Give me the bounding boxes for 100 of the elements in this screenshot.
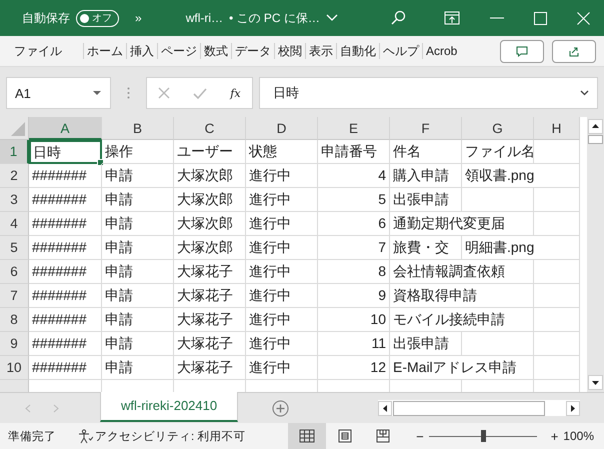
horizontal-scroll-thumb[interactable] — [393, 400, 545, 416]
row-header[interactable]: 2 — [0, 164, 29, 188]
scroll-right-icon[interactable] — [566, 400, 580, 416]
dropdown-arrow-icon[interactable] — [93, 90, 101, 96]
table-cell: 4 — [318, 164, 390, 188]
row-header[interactable]: 4 — [0, 212, 29, 236]
table-cell: ####### — [29, 212, 102, 236]
column-header[interactable]: F — [390, 117, 462, 140]
ribbon-tab[interactable]: 自動化 — [336, 43, 379, 59]
table-cell: 通勤定期代変更届 — [390, 212, 534, 236]
save-status: • この PC に保… — [229, 10, 320, 26]
row-header[interactable]: 9 — [0, 332, 29, 356]
table-cell: 10 — [318, 308, 390, 332]
ribbon-tab[interactable]: Acrob — [422, 43, 460, 59]
table-cell: 進行中 — [246, 212, 318, 236]
sheet-tab[interactable]: wfl-rireki-202410 — [100, 392, 238, 422]
column-header[interactable]: G — [462, 117, 534, 140]
comments-button[interactable] — [500, 40, 544, 62]
ribbon-tab[interactable]: ホーム — [83, 43, 126, 59]
minimize-icon[interactable] — [490, 17, 504, 19]
ribbon-tab[interactable]: 校閲 — [274, 43, 305, 59]
accessibility-status[interactable]: アクセシビリティ: 利用不可 — [95, 428, 246, 444]
row-header[interactable]: 1 — [0, 140, 29, 164]
column-header[interactable]: A — [29, 117, 102, 140]
scroll-up-icon[interactable] — [588, 119, 603, 134]
table-cell: ####### — [29, 356, 102, 380]
table-cell: モバイル接続申請 — [390, 308, 534, 332]
table-cell: 大塚花子 — [174, 308, 246, 332]
normal-view-button[interactable] — [288, 423, 326, 449]
table-cell: 進行中 — [246, 284, 318, 308]
more-commands[interactable]: » — [135, 11, 142, 25]
ribbon-display-icon[interactable] — [444, 11, 460, 25]
table-cell — [534, 284, 580, 308]
row-header[interactable]: 8 — [0, 308, 29, 332]
table-cell — [534, 356, 580, 380]
zoom-out-button[interactable]: − — [416, 428, 424, 444]
row-header[interactable]: 5 — [0, 236, 29, 260]
table-cell — [534, 140, 580, 164]
table-cell: ####### — [29, 332, 102, 356]
table-cell: 出張申請 — [390, 332, 462, 356]
table-cell: 大塚花子 — [174, 260, 246, 284]
table-cell: 件名 — [390, 140, 462, 164]
ribbon-tab[interactable]: 挿入 — [126, 43, 157, 59]
table-cell — [534, 260, 580, 284]
ribbon-tab[interactable]: ページ — [157, 43, 200, 59]
column-header[interactable]: D — [246, 117, 318, 140]
column-header[interactable]: H — [534, 117, 580, 140]
formula-input[interactable]: 日時 — [259, 77, 598, 109]
share-button[interactable] — [552, 40, 596, 62]
grid-icon — [299, 429, 316, 443]
table-cell: 申請番号 — [318, 140, 390, 164]
table-cell: ####### — [29, 308, 102, 332]
table-cell: 出張申請 — [390, 188, 462, 212]
table-cell: 申請 — [102, 284, 174, 308]
table-cell: 進行中 — [246, 356, 318, 380]
status-text: 準備完了 — [8, 429, 56, 444]
column-header[interactable]: E — [318, 117, 390, 140]
ribbon-tab[interactable]: ヘルプ — [379, 43, 422, 59]
page-break-icon — [376, 429, 390, 443]
table-cell: 進行中 — [246, 164, 318, 188]
table-cell: 9 — [318, 284, 390, 308]
search-icon[interactable] — [390, 10, 406, 26]
scroll-down-icon[interactable] — [588, 375, 603, 390]
row-header[interactable]: 10 — [0, 356, 29, 380]
table-cell: 明細書.png — [462, 236, 580, 260]
close-icon[interactable] — [576, 12, 590, 24]
insert-function-button[interactable]: fx — [230, 86, 241, 100]
ribbon-tab[interactable]: ファイル — [8, 43, 65, 59]
ribbon-tab[interactable]: データ — [231, 43, 274, 59]
chevron-down-icon[interactable] — [580, 90, 589, 96]
table-cell: 7 — [318, 236, 390, 260]
maximize-icon[interactable] — [534, 12, 547, 24]
column-header[interactable]: B — [102, 117, 174, 140]
table-cell — [462, 332, 534, 356]
table-cell — [534, 308, 580, 332]
ribbon-tab[interactable]: 数式 — [200, 43, 231, 59]
table-cell: 大塚花子 — [174, 284, 246, 308]
column-header[interactable]: C — [174, 117, 246, 140]
table-cell: 大塚次郎 — [174, 164, 246, 188]
row-header[interactable]: 3 — [0, 188, 29, 212]
row-header[interactable]: 7 — [0, 284, 29, 308]
autosave-label: 自動保存 — [22, 10, 70, 26]
row-header[interactable]: 6 — [0, 260, 29, 284]
table-cell: 会社情報調査依頼 — [390, 260, 534, 284]
name-box[interactable]: A1 — [6, 77, 111, 109]
zoom-in-button[interactable]: + — [550, 428, 558, 444]
table-cell: 申請 — [102, 332, 174, 356]
accessibility-icon[interactable] — [78, 428, 93, 444]
add-sheet-icon[interactable] — [272, 400, 290, 416]
scroll-thumb[interactable] — [588, 135, 603, 144]
table-cell: 操作 — [102, 140, 174, 164]
scroll-left-icon[interactable] — [378, 400, 392, 416]
ribbon-tab[interactable]: 表示 — [305, 43, 336, 59]
autosave-toggle[interactable]: オフ — [76, 10, 119, 26]
table-cell: 進行中 — [246, 308, 318, 332]
table-cell: 8 — [318, 260, 390, 284]
table-cell: ####### — [29, 236, 102, 260]
table-cell: 大塚次郎 — [174, 212, 246, 236]
table-cell: ####### — [29, 260, 102, 284]
zoom-level[interactable]: 100% — [563, 429, 594, 443]
